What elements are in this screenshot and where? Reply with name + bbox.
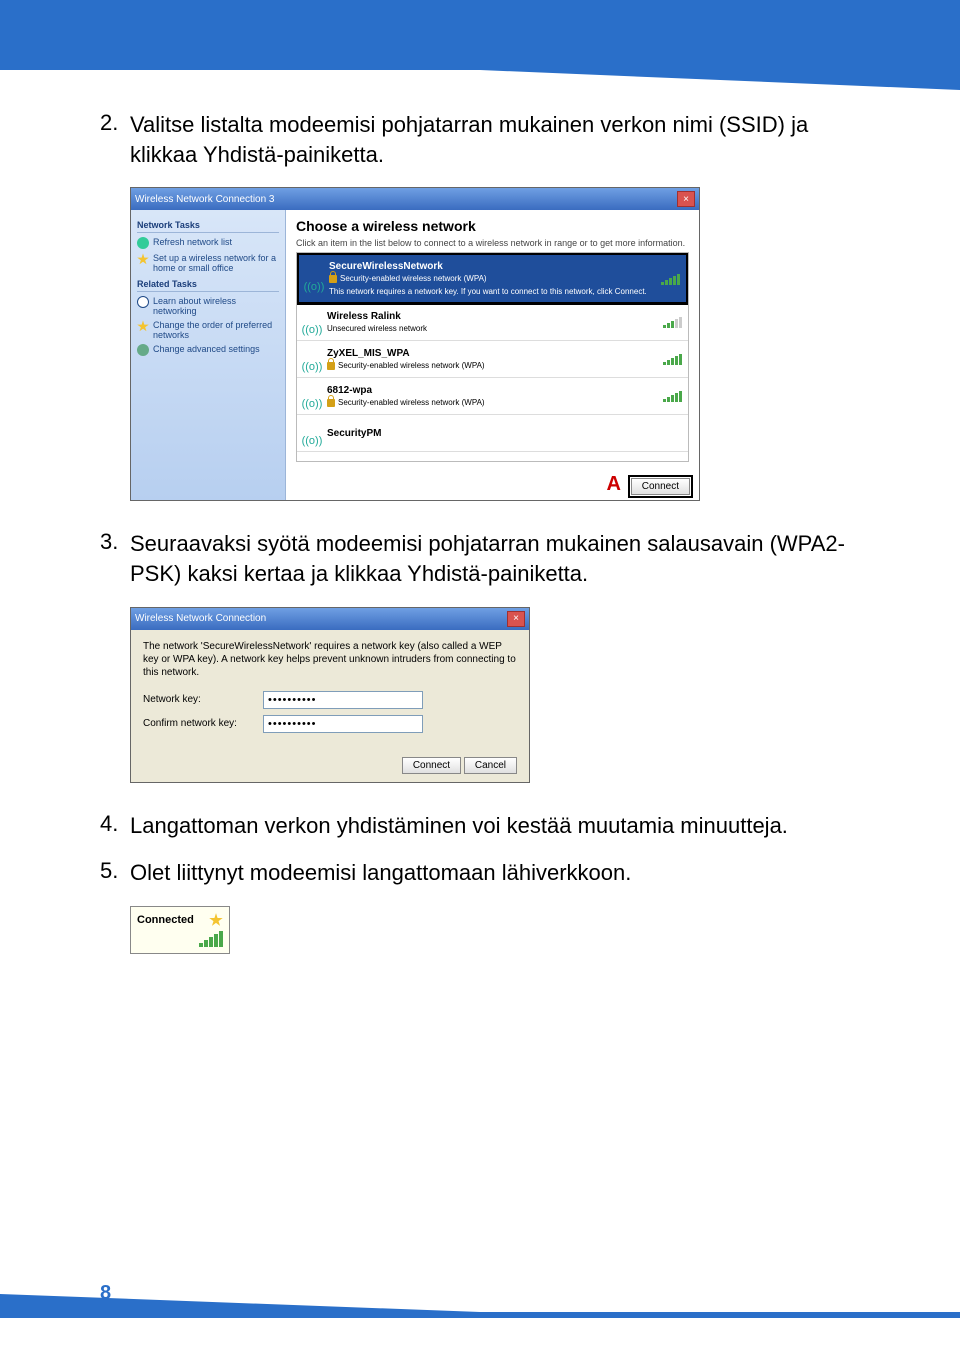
network-key-screenshot: Wireless Network Connection × The networ…	[130, 607, 530, 783]
dialog-description: The network 'SecureWirelessNetwork' requ…	[143, 640, 517, 679]
antenna-icon: ((o))	[302, 361, 323, 373]
a-marker: A	[607, 473, 621, 496]
connected-label: Connected	[137, 914, 194, 926]
star-icon	[209, 913, 223, 927]
network-item[interactable]: ((o)) 6812-wpa Security-enabled wireless…	[297, 378, 688, 415]
side-item-label: Change advanced settings	[153, 344, 260, 354]
step-number: 4.	[100, 811, 130, 841]
lock-icon	[329, 275, 337, 283]
confirm-key-input[interactable]: ••••••••••	[263, 715, 423, 733]
main-panel: Choose a wireless network Click an item …	[286, 210, 699, 500]
content-area: 2. Valitse listalta modeemisi pohjatarra…	[100, 110, 860, 954]
network-name: 6812-wpa	[327, 385, 657, 396]
side-item-label: Set up a wireless network for a home or …	[153, 253, 279, 273]
lock-icon	[327, 399, 335, 407]
side-item-setup[interactable]: Set up a wireless network for a home or …	[137, 253, 279, 273]
window-title: Wireless Network Connection 3	[135, 194, 275, 205]
header-diagonal	[480, 70, 960, 90]
footer-diagonal	[0, 1294, 480, 1312]
window-titlebar: Wireless Network Connection 3 ×	[131, 188, 699, 210]
side-item-refresh[interactable]: Refresh network list	[137, 237, 279, 249]
side-item-label: Learn about wireless networking	[153, 296, 279, 316]
signal-icon	[663, 390, 682, 402]
side-panel: Network Tasks Refresh network list Set u…	[131, 210, 286, 500]
network-item[interactable]: ((o)) ZyXEL_MIS_WPA Security-enabled wir…	[297, 341, 688, 378]
side-item-order[interactable]: Change the order of preferred networks	[137, 320, 279, 340]
antenna-icon: ((o))	[302, 398, 323, 410]
step-4: 4. Langattoman verkon yhdistäminen voi k…	[100, 811, 860, 841]
connect-highlight: Connect	[628, 475, 693, 498]
step-5: 5. Olet liittynyt modeemisi langattomaan…	[100, 858, 860, 888]
network-item[interactable]: ((o)) SecurityPM	[297, 415, 688, 452]
header-bar	[0, 0, 960, 70]
network-key-label: Network key:	[143, 694, 263, 705]
side-item-label: Change the order of preferred networks	[153, 320, 279, 340]
star-icon	[137, 320, 149, 332]
side-heading: Network Tasks	[137, 220, 279, 233]
close-icon[interactable]: ×	[507, 611, 525, 627]
step-2: 2. Valitse listalta modeemisi pohjatarra…	[100, 110, 860, 169]
network-name: SecureWirelessNetwork	[329, 261, 655, 272]
window-titlebar: Wireless Network Connection ×	[131, 608, 529, 630]
step-number: 3.	[100, 529, 130, 588]
network-item[interactable]: ((o)) Wireless Ralink Unsecured wireless…	[297, 304, 688, 341]
network-list: ((o)) SecureWirelessNetwork Security-ena…	[296, 252, 689, 462]
side-item-learn[interactable]: Learn about wireless networking	[137, 296, 279, 316]
step-number: 2.	[100, 110, 130, 169]
confirm-key-label: Confirm network key:	[143, 718, 263, 729]
step-text: Langattoman verkon yhdistäminen voi kest…	[130, 811, 860, 841]
step-number: 5.	[100, 858, 130, 888]
network-item-selected[interactable]: ((o)) SecureWirelessNetwork Security-ena…	[296, 252, 689, 305]
step-text: Seuraavaksi syötä modeemisi pohjatarran …	[130, 529, 860, 588]
panel-heading: Choose a wireless network	[296, 218, 689, 234]
refresh-icon	[137, 237, 149, 249]
cancel-button[interactable]: Cancel	[464, 757, 517, 774]
side-heading: Related Tasks	[137, 279, 279, 292]
network-security: Security-enabled wireless network (WPA)	[338, 361, 485, 370]
star-icon	[137, 253, 149, 265]
antenna-icon: ((o))	[304, 281, 325, 293]
page-number: 8	[100, 1282, 111, 1305]
side-item-advanced[interactable]: Change advanced settings	[137, 344, 279, 356]
connect-button[interactable]: Connect	[402, 757, 461, 774]
step-text: Valitse listalta modeemisi pohjatarran m…	[130, 110, 860, 169]
signal-icon	[137, 931, 223, 947]
step-3: 3. Seuraavaksi syötä modeemisi pohjatarr…	[100, 529, 860, 588]
close-icon[interactable]: ×	[677, 191, 695, 207]
wireless-list-screenshot: Wireless Network Connection 3 × Network …	[130, 187, 700, 501]
network-note: This network requires a network key. If …	[329, 287, 655, 296]
network-name: SecurityPM	[327, 428, 682, 439]
info-icon	[137, 296, 149, 308]
gear-icon	[137, 344, 149, 356]
network-name: ZyXEL_MIS_WPA	[327, 348, 657, 359]
signal-icon	[661, 273, 680, 285]
network-name: Wireless Ralink	[327, 311, 657, 322]
signal-icon	[663, 353, 682, 365]
antenna-icon: ((o))	[302, 324, 323, 336]
network-security: Security-enabled wireless network (WPA)	[340, 274, 487, 283]
connected-screenshot: Connected	[130, 906, 230, 954]
antenna-icon: ((o))	[302, 435, 323, 447]
side-item-label: Refresh network list	[153, 237, 232, 247]
network-security: Unsecured wireless network	[327, 324, 657, 333]
footer-bar	[0, 1312, 960, 1318]
connect-button[interactable]: Connect	[631, 478, 690, 495]
lock-icon	[327, 362, 335, 370]
panel-sub: Click an item in the list below to conne…	[296, 238, 689, 248]
network-security: Security-enabled wireless network (WPA)	[338, 398, 485, 407]
step-text: Olet liittynyt modeemisi langattomaan lä…	[130, 858, 860, 888]
network-key-input[interactable]: ••••••••••	[263, 691, 423, 709]
window-title: Wireless Network Connection	[135, 613, 266, 624]
signal-icon	[663, 316, 682, 328]
